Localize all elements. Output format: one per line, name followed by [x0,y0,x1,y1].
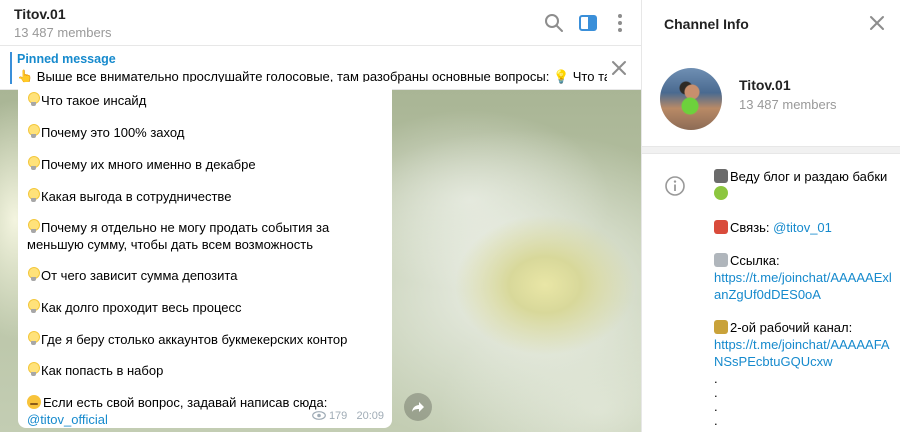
link-icon [714,253,728,267]
light-bulb-icon [27,267,40,282]
panel-title: Channel Info [664,16,749,32]
light-bulb-icon [27,362,40,377]
contact-line: Связь: @titov_01 [714,219,892,236]
dots-block: . . . . [714,371,718,428]
pinned-label: Pinned message [17,52,116,66]
close-icon[interactable] [867,13,887,33]
contact-link[interactable]: @titov_01 [773,220,832,235]
view-count: 179 [328,410,348,422]
channel-name: Titov.01 [739,77,791,93]
username-link[interactable]: @titov_official [27,412,108,427]
message-line: Как долго проходит весь процесс [27,299,382,316]
chat-member-count: 13 487 members [14,25,112,40]
invite-link-2[interactable]: https://t.me/joinchat/AAAAAFANSsPEcbtuGQ… [714,337,890,369]
invite-link-1[interactable]: https://t.me/joinchat/AAAAAExlanZgUf0dDE… [714,270,892,302]
message-line: Как попасть в набор [27,362,382,379]
message-line: Почему их много именно в декабре [27,156,382,173]
money-bag-icon [714,320,728,334]
message-meta: 179 20:09 [312,410,384,422]
sidebar-toggle-icon[interactable] [576,11,600,35]
message-line: Почему это 100% заход [27,124,382,141]
channel-info-panel: Channel Info Titov.01 13 487 members Вед… [641,0,900,432]
info-icon [664,175,686,197]
share-icon [412,402,424,412]
channel-member-count: 13 487 members [739,97,837,112]
link-block: Ссылка: https://t.me/joinchat/AAAAAExlan… [714,253,892,302]
second-channel-block: 2-ой рабочий канал: https://t.me/joincha… [714,320,890,369]
more-vertical-icon[interactable] [608,11,632,35]
message-line: Что такое инсайд [27,92,382,109]
money-face-icon [714,186,728,200]
message-time: 20:09 [356,410,384,422]
light-bulb-icon [27,188,40,203]
description-line: Веду блог и раздаю бабки [714,168,892,202]
camera-icon [714,169,728,183]
light-bulb-icon [27,331,40,346]
message-line: Почему я отдельно не могу продать событи… [27,219,330,252]
eye-icon [312,411,326,420]
section-divider [642,146,900,154]
chat-title[interactable]: Titov.01 [14,6,66,22]
close-icon[interactable] [609,58,629,78]
message-line: От чего зависит сумма депозита [27,267,382,284]
light-bulb-icon [27,92,40,107]
thinking-face-icon [27,395,41,409]
light-bulb-icon [27,299,40,314]
message-bubble[interactable]: Что такое инсайд Почему это 100% заход П… [18,82,392,428]
search-icon[interactable] [542,11,566,35]
light-bulb-icon [27,156,40,171]
pinned-accent-bar [10,52,12,84]
light-bulb-icon [27,219,40,234]
share-button[interactable] [404,393,432,421]
message-line: Какая выгода в сотрудничестве [27,188,382,205]
chat-panel: Titov.01 13 487 members Pinned message 👆… [0,0,641,432]
phone-icon [714,220,728,234]
light-bulb-icon [27,124,40,139]
chat-header[interactable]: Titov.01 13 487 members [0,0,641,46]
avatar[interactable] [660,68,722,130]
message-line: Где я беру столько аккаунтов букмекерски… [27,331,382,348]
